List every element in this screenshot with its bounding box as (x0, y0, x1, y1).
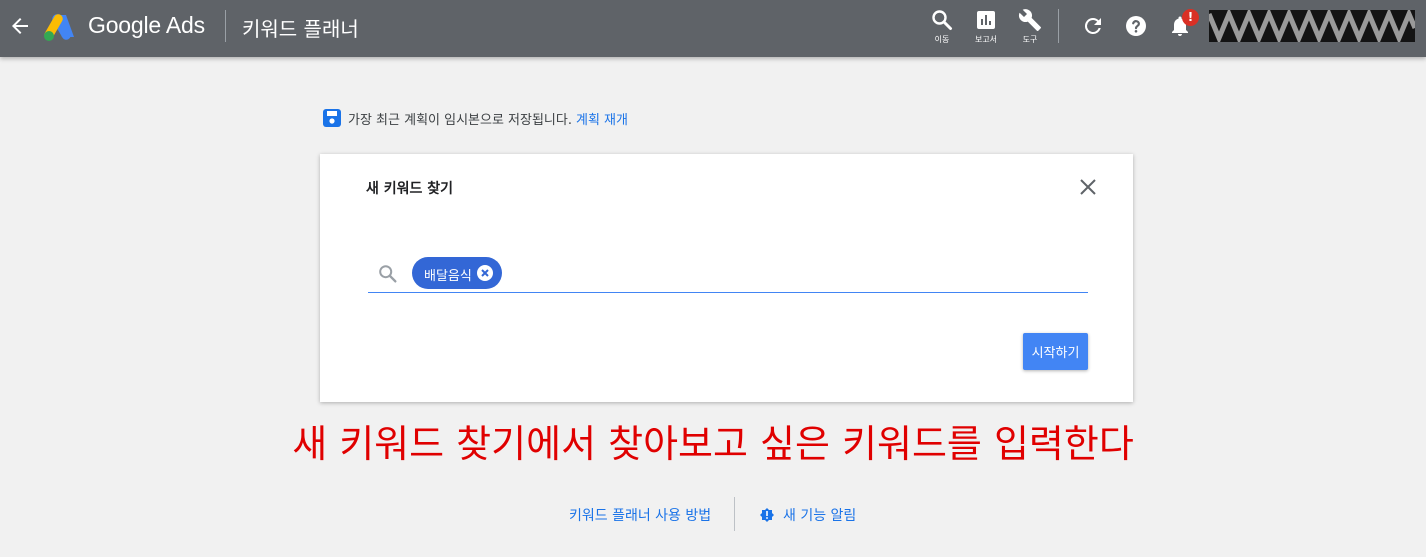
page-title: 키워드 플래너 (242, 17, 359, 41)
new-keyword-dialog: 새 키워드 찾기 배달음식 시작하기 (320, 154, 1133, 402)
nav-tools-button[interactable]: 도구 (1012, 8, 1048, 48)
nav-search-label: 이동 (934, 35, 950, 44)
save-icon (323, 109, 341, 127)
account-pattern-icon (1209, 10, 1415, 42)
search-icon (379, 265, 397, 283)
account-switcher[interactable] (1209, 10, 1415, 42)
header-divider (225, 10, 226, 42)
notification-badge: ! (1182, 9, 1199, 26)
start-button[interactable]: 시작하기 (1023, 333, 1088, 370)
top-app-bar: Google Ads 키워드 플래너 이동 보고서 도구 ! (0, 0, 1426, 57)
help-icon[interactable] (1124, 14, 1148, 38)
google-ads-logo-icon (42, 11, 78, 43)
keyword-search-field[interactable]: 배달음식 (368, 256, 1088, 293)
reports-icon (977, 11, 995, 29)
nav-reports-button[interactable]: 보고서 (968, 8, 1004, 48)
new-features-link[interactable]: 새 기능 알림 (759, 505, 856, 525)
how-to-use-link[interactable]: 키워드 플래너 사용 방법 (569, 505, 711, 525)
keyword-input[interactable] (508, 260, 1082, 288)
draft-notice-text: 가장 최근 계획이 임시본으로 저장됩니다. (348, 112, 572, 128)
keyword-chip-label: 배달음식 (424, 269, 472, 284)
close-icon[interactable] (1077, 176, 1099, 198)
refresh-icon[interactable] (1081, 14, 1105, 38)
new-features-label: 새 기능 알림 (783, 508, 857, 524)
nav-tools-label: 도구 (1022, 35, 1038, 44)
keyword-chip[interactable]: 배달음식 (412, 257, 502, 289)
draft-notice: 가장 최근 계획이 임시본으로 저장됩니다. 계획 재개 (322, 108, 628, 128)
nav-search-button[interactable]: 이동 (924, 8, 960, 48)
chip-remove-icon[interactable] (476, 264, 494, 282)
search-icon (932, 10, 952, 30)
back-arrow-icon[interactable] (8, 12, 32, 40)
footer-divider (734, 497, 735, 531)
nav-reports-label: 보고서 (974, 35, 998, 44)
announcement-icon (760, 508, 774, 522)
brand-name: Google Ads (88, 12, 205, 38)
instruction-annotation: 새 키워드 찾기에서 찾아보고 싶은 키워드를 입력한다 (292, 422, 1134, 466)
header-divider-right (1058, 9, 1059, 43)
dialog-title: 새 키워드 찾기 (366, 181, 454, 197)
how-to-use-label: 키워드 플래너 사용 방법 (569, 508, 712, 524)
resume-plan-link[interactable]: 계획 재개 (576, 109, 628, 128)
wrench-icon (1018, 9, 1041, 31)
